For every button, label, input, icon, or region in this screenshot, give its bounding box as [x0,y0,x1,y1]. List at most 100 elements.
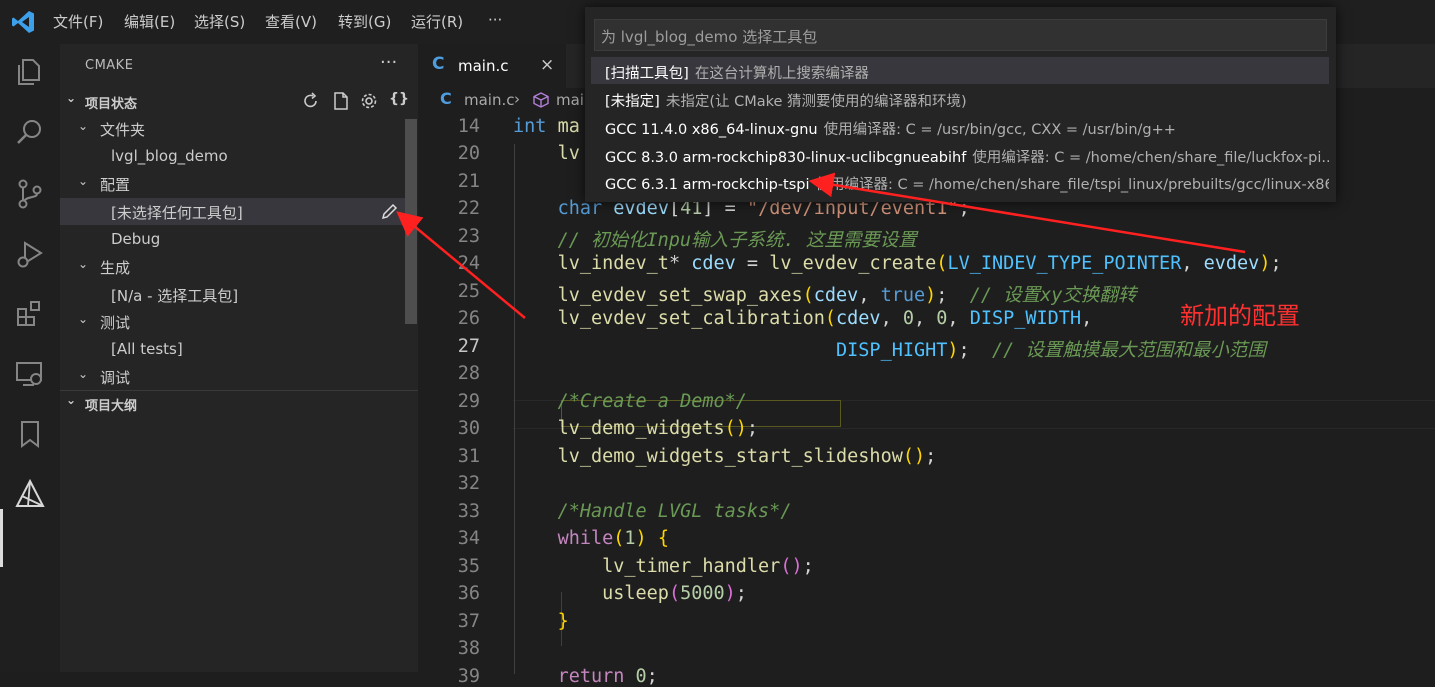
active-indicator [0,509,3,567]
option-desc: 未指定(让 CMake 猜测要使用的编译器和环境) [665,94,967,110]
option-label: [未指定] [605,94,660,110]
line-number: 31 [457,446,480,467]
tree-label: 文件夹 [100,121,146,139]
line-number: 14 [457,116,480,137]
menu-selection[interactable]: 选择(S) [194,11,245,32]
line-number: 29 [457,391,480,412]
tree-folder-value[interactable]: lvgl_blog_demo [60,143,405,170]
tree-configure-kit[interactable]: [未选择任何工具包] [60,198,405,225]
menu-run[interactable]: 运行(R) [411,11,463,32]
chevron-down-icon: ⌄ [66,91,77,105]
line-number: 21 [457,171,480,192]
code-line: DISP_HIGHT); // 设置触摸最大范围和最小范围 [836,340,1266,361]
line-number: 28 [457,363,480,384]
run-debug-icon[interactable] [14,238,46,270]
code-line: lv [557,143,580,164]
sidebar-scrollbar[interactable] [405,119,417,324]
tree-configure[interactable]: ⌄ 配置 [60,170,405,197]
gear-icon[interactable] [360,92,378,110]
section-project-status[interactable]: ⌄ 项目状态 {} [60,89,418,113]
kit-search-placeholder: 为 lvgl_blog_demo 选择工具包 [601,28,818,46]
menu-edit[interactable]: 编辑(E) [124,11,175,32]
tree-folder[interactable]: ⌄ 文件夹 [60,115,405,142]
edit-pencil-icon[interactable] [380,203,398,221]
line-number: 26 [457,308,480,329]
tree-label: 配置 [100,176,131,194]
code-line: /*Handle LVGL tasks*/ [557,501,792,522]
vscode-logo-icon [12,11,34,33]
chevron-down-icon: ⌄ [78,119,89,133]
line-number: 20 [457,143,480,164]
chevron-down-icon: ⌄ [78,367,89,381]
bookmarks-icon[interactable] [14,418,46,450]
option-desc: 使用编译器: C = /home/chen/share_file/luckfox… [972,150,1329,166]
tree-debug[interactable]: ⌄ 调试 [60,363,405,390]
code-line: lv_evdev_set_swap_axes(cdev, true); // 设… [557,285,1137,306]
section-label: 项目大纲 [85,399,138,414]
function-icon [533,92,549,108]
section-label: 项目状态 [85,97,138,112]
tree-label: Debug [111,230,161,248]
extensions-icon[interactable] [14,298,46,330]
c-file-icon: C [432,54,445,74]
section-outline[interactable]: ⌄ 项目大纲 [60,390,418,415]
option-desc: 使用编译器: C = /usr/bin/gcc, CXX = /usr/bin/… [823,122,1176,138]
chevron-down-icon: ⌄ [66,393,77,407]
option-label: GCC 6.3.1 arm-rockchip-tspi [605,177,810,193]
menu-go[interactable]: 转到(G) [338,11,391,32]
tree-test[interactable]: ⌄ 测试 [60,308,405,335]
tree-configure-type[interactable]: Debug [60,226,405,253]
line-number: 22 [457,198,480,219]
tree-label: [未选择任何工具包] [111,204,243,222]
code-line: usleep(5000); [602,583,747,604]
search-icon[interactable] [14,116,46,148]
code-line: lv_demo_widgets_start_slideshow(); [557,446,937,467]
activity-bar [0,44,60,672]
cmake-icon[interactable] [14,478,46,510]
menu-view[interactable]: 查看(V) [265,11,317,32]
refresh-icon[interactable] [302,92,320,110]
tree-build-target[interactable]: [N/a - 选择工具包] [60,281,405,308]
line-number: 33 [457,501,480,522]
sidebar-more-button[interactable]: ··· [380,52,397,73]
tree-label: [N/a - 选择工具包] [111,287,239,305]
source-control-icon[interactable] [14,178,46,210]
kit-option-gcc-8[interactable]: GCC 8.3.0 arm-rockchip830-linux-uclibcgn… [591,141,1329,168]
tree-build[interactable]: ⌄ 生成 [60,253,405,280]
line-number: 34 [457,528,480,549]
option-desc: 使用编译器: C = /home/chen/share_file/tspi_li… [815,177,1329,193]
code-line: lv_evdev_set_calibration(cdev, 0, 0, DIS… [557,308,1093,329]
delete-cache-icon[interactable] [331,91,351,111]
breadcrumb-file[interactable]: main.c [464,91,515,109]
kit-option-scan[interactable]: [扫描工具包] 在这台计算机上搜索编译器 [591,57,1329,84]
code-line: /*Create a Demo*/ [557,391,747,412]
line-number: 32 [457,473,480,494]
tree-label: 调试 [100,369,131,387]
cmake-sidebar: CMAKE ··· ⌄ 项目状态 {} ⌄ 文件夹 lvgl_blog_demo… [60,44,418,672]
close-icon[interactable]: × [540,55,554,75]
tree-test-value[interactable]: [All tests] [60,336,405,363]
kit-option-unspecified[interactable]: [未指定] 未指定(让 CMake 猜测要使用的编译器和环境) [591,85,1329,112]
kit-option-gcc-11[interactable]: GCC 11.4.0 x86_64-linux-gnu 使用编译器: C = /u… [591,113,1329,140]
menu-more[interactable]: ··· [488,11,502,29]
line-number: 37 [457,611,480,632]
line-number: 30 [457,418,480,439]
tab-main-c[interactable]: C main.c × [418,44,566,88]
code-line: return 0; [557,666,658,687]
tab-label: main.c [458,57,509,75]
code-line: lv_indev_t* cdev = lv_evdev_create(LV_IN… [557,253,1282,274]
remote-explorer-icon[interactable] [14,358,46,390]
braces-icon[interactable]: {} [389,91,409,107]
code-line: lv_timer_handler(); [602,556,814,577]
menu-file[interactable]: 文件(F) [53,11,103,32]
kit-option-gcc-6[interactable]: GCC 6.3.1 arm-rockchip-tspi 使用编译器: C = /h… [591,168,1329,195]
option-desc: 在这台计算机上搜索编译器 [694,66,869,82]
code-line: } [557,611,569,632]
option-label: GCC 8.3.0 arm-rockchip830-linux-uclibcgn… [605,150,967,166]
explorer-icon[interactable] [14,56,46,88]
code-line: lv_demo_widgets(); [557,418,759,439]
tree-label: lvgl_blog_demo [111,147,228,165]
kit-search-input[interactable]: 为 lvgl_blog_demo 选择工具包 [594,19,1327,51]
code-line: int ma [513,116,580,137]
line-number: 38 [457,638,480,659]
